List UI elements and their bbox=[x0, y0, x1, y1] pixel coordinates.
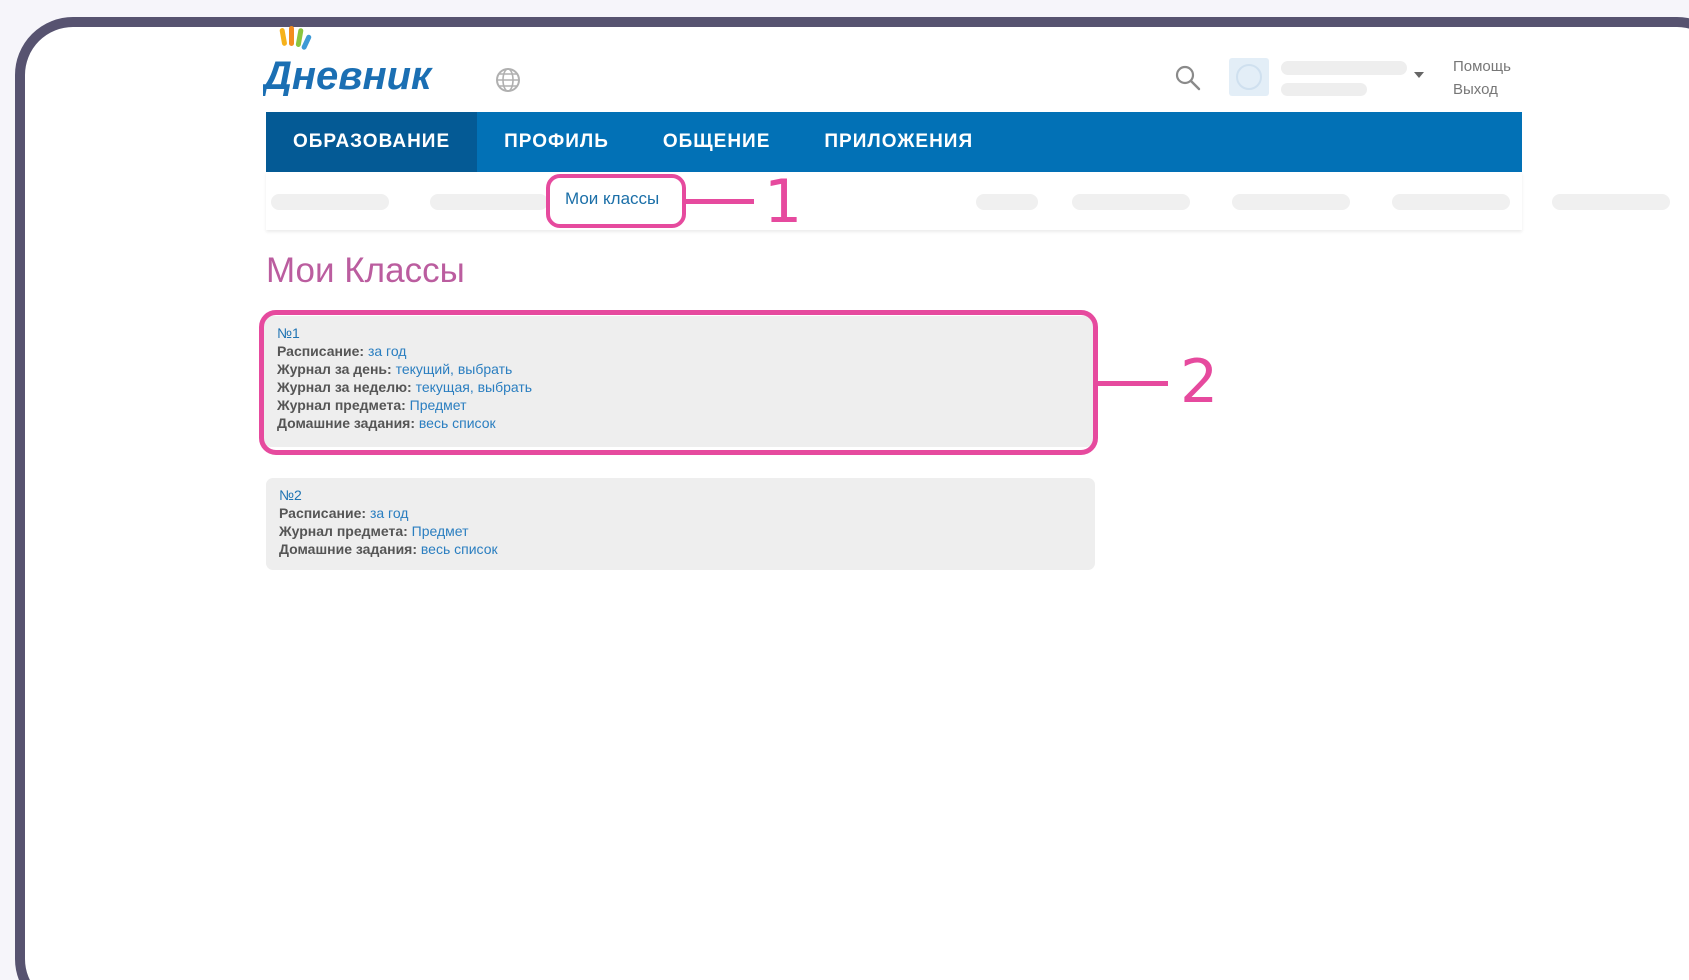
subnav-placeholder[interactable] bbox=[1552, 194, 1670, 210]
card-row: Домашние задания: весь список bbox=[279, 540, 1082, 558]
callout-box-1 bbox=[546, 174, 686, 228]
class-title-link[interactable]: №2 bbox=[279, 486, 1082, 504]
subnav-placeholder[interactable] bbox=[1232, 194, 1350, 210]
dnevnik-logo[interactable]: Дневник bbox=[263, 26, 468, 96]
callout-line-1 bbox=[686, 199, 754, 204]
logo-hand-icon bbox=[279, 26, 312, 50]
globe-icon[interactable] bbox=[494, 66, 522, 94]
row-link[interactable]: Предмет bbox=[412, 523, 469, 539]
subnav-placeholder[interactable] bbox=[976, 194, 1038, 210]
logout-link[interactable]: Выход bbox=[1453, 81, 1498, 98]
user-name-placeholder[interactable] bbox=[1281, 61, 1407, 75]
caret-down-icon[interactable] bbox=[1414, 72, 1424, 78]
subnav-placeholder[interactable] bbox=[430, 194, 548, 210]
page-title: Мои Классы bbox=[266, 251, 465, 290]
nav-item-education[interactable]: ОБРАЗОВАНИЕ bbox=[266, 112, 478, 172]
row-link[interactable]: за год bbox=[370, 505, 409, 521]
class-card: №2 Расписание: за год Журнал предмета: П… bbox=[266, 478, 1095, 570]
card-row: Расписание: за год bbox=[279, 504, 1082, 522]
callout-number-1: 1 bbox=[764, 167, 803, 237]
nav-item-profile[interactable]: ПРОФИЛЬ bbox=[477, 112, 636, 172]
nav-item-communication[interactable]: ОБЩЕНИЕ bbox=[636, 112, 798, 172]
card-row: Журнал предмета: Предмет bbox=[279, 522, 1082, 540]
logo-text: Дневник bbox=[263, 54, 433, 96]
main-nav: ОБРАЗОВАНИЕ ПРОФИЛЬ ОБЩЕНИЕ ПРИЛОЖЕНИЯ bbox=[266, 112, 1522, 172]
row-label: Домашние задания: bbox=[279, 541, 418, 557]
callout-line-2 bbox=[1098, 381, 1168, 386]
row-label: Расписание: bbox=[279, 505, 367, 521]
avatar-icon[interactable] bbox=[1229, 58, 1269, 96]
user-role-placeholder bbox=[1281, 83, 1367, 96]
search-icon[interactable] bbox=[1174, 64, 1202, 92]
row-label: Журнал предмета: bbox=[279, 523, 408, 539]
subnav-placeholder[interactable] bbox=[1392, 194, 1510, 210]
subnav-placeholder[interactable] bbox=[271, 194, 389, 210]
subnav-placeholder[interactable] bbox=[1072, 194, 1190, 210]
nav-item-apps[interactable]: ПРИЛОЖЕНИЯ bbox=[797, 112, 1000, 172]
sub-nav bbox=[266, 172, 1670, 230]
callout-number-2: 2 bbox=[1180, 347, 1219, 417]
help-link[interactable]: Помощь bbox=[1453, 58, 1511, 75]
callout-box-2 bbox=[259, 310, 1098, 455]
row-link[interactable]: весь список bbox=[421, 541, 498, 557]
